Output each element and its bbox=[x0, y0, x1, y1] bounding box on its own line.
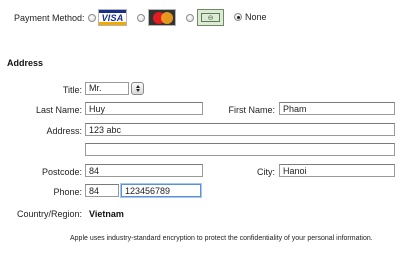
address-line1-field[interactable] bbox=[85, 123, 395, 136]
encryption-note: Apple uses industry-standard encryption … bbox=[70, 235, 373, 242]
phone-label: Phone: bbox=[53, 187, 82, 197]
last-name-field[interactable] bbox=[85, 102, 203, 115]
payment-method-label: Payment Method: bbox=[14, 13, 85, 23]
visa-card-icon[interactable]: VISA bbox=[98, 9, 127, 26]
address-section-title: Address bbox=[7, 58, 44, 68]
postcode-label: Postcode: bbox=[41, 167, 82, 177]
last-name-label: Last Name: bbox=[35, 105, 82, 115]
postcode-field[interactable] bbox=[85, 164, 203, 177]
phone-number-field[interactable] bbox=[121, 184, 201, 197]
radio-amex[interactable] bbox=[186, 14, 194, 22]
city-label: City: bbox=[257, 167, 275, 177]
radio-none[interactable] bbox=[234, 13, 242, 21]
chevron-up-icon bbox=[135, 85, 140, 88]
first-name-label: First Name: bbox=[228, 105, 275, 115]
none-label: None bbox=[245, 12, 267, 22]
title-stepper[interactable] bbox=[131, 82, 144, 95]
mastercard-icon[interactable] bbox=[148, 9, 176, 26]
visa-band-bottom bbox=[99, 22, 126, 25]
chevron-down-icon bbox=[135, 89, 140, 92]
visa-band-top bbox=[99, 10, 126, 13]
address-label: Address: bbox=[46, 126, 82, 136]
mastercard-orange-circle bbox=[161, 12, 173, 24]
radio-mastercard[interactable] bbox=[137, 14, 145, 22]
country-value: Vietnam bbox=[89, 209, 124, 219]
city-field[interactable] bbox=[279, 164, 395, 177]
visa-card-text: VISA bbox=[101, 12, 124, 23]
country-label: Country/Region: bbox=[16, 209, 82, 219]
first-name-field[interactable] bbox=[279, 102, 395, 115]
phone-area-field[interactable] bbox=[85, 184, 119, 197]
title-label: Title: bbox=[62, 85, 82, 95]
radio-visa[interactable] bbox=[88, 14, 96, 22]
address-line2-field[interactable] bbox=[85, 143, 395, 156]
amex-card-inner: ⊖ bbox=[201, 13, 220, 22]
title-select[interactable]: Mr. bbox=[85, 82, 129, 95]
amex-card-icon[interactable]: ⊖ bbox=[197, 9, 224, 26]
